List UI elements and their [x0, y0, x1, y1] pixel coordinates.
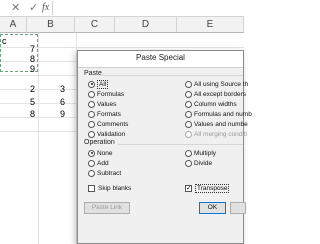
option-label: Comments: [97, 120, 129, 128]
paste-all-using-source-theme-radio[interactable]: All using Source th: [185, 79, 248, 89]
operation-section-label: Operation: [84, 139, 115, 146]
option-label: Subtract: [97, 169, 122, 177]
radio-icon: [88, 90, 95, 98]
cell-value[interactable]: 9: [30, 62, 35, 76]
radio-icon: [88, 100, 95, 108]
operation-subtract-radio[interactable]: Subtract: [88, 168, 121, 178]
radio-icon: [88, 120, 95, 128]
radio-icon: [185, 100, 192, 108]
cell-value[interactable]: 3: [60, 82, 65, 96]
paste-formulas-and-number-formats-radio[interactable]: Formulas and numb: [185, 109, 252, 119]
column-header-c[interactable]: C: [75, 17, 115, 33]
paste-all-except-borders-radio[interactable]: All except borders: [185, 89, 246, 99]
check-icon[interactable]: ✓: [29, 1, 38, 14]
radio-icon: [185, 130, 192, 138]
paste-link-button: Paste Link: [84, 202, 130, 214]
cell-value[interactable]: 9: [60, 107, 65, 121]
option-label: Formats: [97, 110, 121, 118]
column-header-e[interactable]: E: [177, 17, 244, 33]
radio-icon: [185, 159, 192, 167]
paste-column-widths-radio[interactable]: Column widths: [185, 99, 237, 109]
paste-values-and-number-formats-radio[interactable]: Values and numbe: [185, 119, 248, 129]
formula-input[interactable]: [52, 1, 244, 15]
checkmark-icon: ✓: [185, 184, 192, 192]
option-label: All merging conditi: [194, 130, 248, 138]
formula-bar: ✕ ✓ fx: [0, 0, 244, 17]
transpose-checkbox[interactable]: ✓ Transpose: [185, 183, 230, 193]
option-label: Formulas: [97, 90, 125, 98]
paste-special-dialog: Paste Special Paste All Formulas Values …: [77, 50, 252, 244]
radio-icon: [88, 130, 95, 138]
cell-value[interactable]: 8: [30, 107, 35, 121]
option-label: Validation: [97, 130, 126, 138]
radio-icon: [88, 159, 95, 167]
option-label: Add: [97, 159, 109, 167]
option-label: Values: [97, 100, 117, 108]
paste-all-merging-conditional-formats-radio: All merging conditi: [185, 129, 247, 139]
paste-validation-radio[interactable]: Validation: [88, 129, 125, 139]
option-label: All except borders: [194, 90, 247, 98]
section-divider: [118, 144, 243, 145]
radio-icon: [88, 110, 95, 118]
ok-button[interactable]: OK: [199, 202, 226, 214]
operation-add-radio[interactable]: Add: [88, 158, 109, 168]
paste-values-radio[interactable]: Values: [88, 99, 116, 109]
radio-icon: [88, 169, 95, 177]
option-label: All: [97, 79, 109, 89]
option-label: Values and numbe: [194, 120, 248, 128]
cell-value[interactable]: c: [2, 34, 7, 48]
paste-comments-radio[interactable]: Comments: [88, 119, 128, 129]
operation-multiply-radio[interactable]: Multiply: [185, 148, 216, 158]
option-label: All using Source th: [194, 80, 249, 88]
option-label: Divide: [194, 159, 213, 167]
cell-value[interactable]: 2: [30, 82, 35, 96]
x-icon[interactable]: ✕: [11, 1, 20, 14]
gridline: [38, 33, 39, 244]
checkbox-icon: [88, 184, 95, 192]
dialog-titlebar[interactable]: Paste Special: [78, 51, 243, 68]
radio-icon: [185, 110, 192, 118]
dialog-title: Paste Special: [136, 53, 185, 62]
paste-all-radio[interactable]: All: [88, 79, 109, 89]
option-label: Column widths: [194, 100, 237, 108]
radio-icon: [185, 80, 192, 88]
radio-icon: [88, 80, 95, 88]
paste-formats-radio[interactable]: Formats: [88, 109, 121, 119]
section-divider: [102, 75, 243, 76]
radio-icon: [88, 149, 95, 157]
radio-icon: [185, 120, 192, 128]
skip-blanks-checkbox[interactable]: Skip blanks: [88, 183, 131, 193]
option-label: Skip blanks: [98, 184, 132, 192]
operation-none-radio[interactable]: None: [88, 148, 113, 158]
column-header-a[interactable]: A: [0, 17, 27, 33]
option-label: Transpose: [195, 183, 230, 193]
paste-formulas-radio[interactable]: Formulas: [88, 89, 124, 99]
insert-function-button[interactable]: fx: [42, 2, 49, 13]
option-label: Multiply: [194, 149, 217, 157]
paste-section-label: Paste: [84, 70, 102, 77]
radio-icon: [185, 149, 192, 157]
cancel-button[interactable]: [230, 202, 246, 214]
radio-icon: [185, 90, 192, 98]
column-header-b[interactable]: B: [27, 17, 75, 33]
column-header-d[interactable]: D: [115, 17, 177, 33]
option-label: None: [97, 149, 113, 157]
operation-divide-radio[interactable]: Divide: [185, 158, 212, 168]
option-label: Formulas and numb: [194, 110, 252, 118]
